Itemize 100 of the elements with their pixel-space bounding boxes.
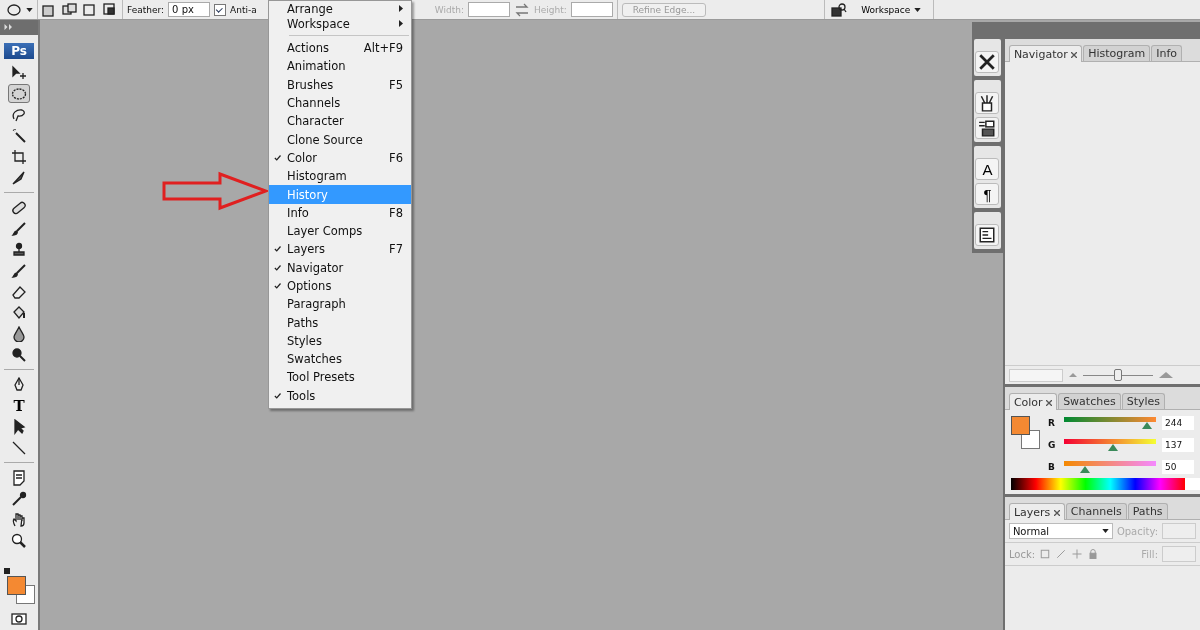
- menu-item[interactable]: Navigator: [269, 258, 411, 277]
- swap-icon: [513, 1, 530, 18]
- menu-item[interactable]: Tool Presets: [269, 368, 411, 387]
- menu-item[interactable]: Clone Source: [269, 130, 411, 149]
- checkmark-icon: [273, 390, 283, 401]
- channel-value-field[interactable]: 244: [1162, 416, 1194, 430]
- menu-item[interactable]: Options: [269, 276, 411, 296]
- channel-label: B: [1047, 462, 1056, 472]
- height-label: Height:: [533, 4, 567, 15]
- menu-item[interactable]: Animation: [269, 57, 411, 76]
- panel-tab[interactable]: Navigator: [1008, 45, 1083, 62]
- dock-button[interactable]: [975, 117, 1000, 139]
- checkmark-icon: [273, 152, 283, 163]
- close-icon: [1053, 509, 1060, 516]
- caret-icon: [914, 7, 922, 12]
- color-swatches-drawing[interactable]: [1010, 416, 1040, 449]
- color-swatches-drawing[interactable]: [7, 576, 34, 604]
- anti-alias-label: Anti-a: [230, 4, 257, 15]
- menu-item[interactable]: Workspace: [269, 16, 411, 31]
- knife-icon: [11, 169, 27, 186]
- caret-icon: [26, 7, 33, 12]
- menu-item[interactable]: Layers F7: [269, 240, 411, 259]
- bucket-icon: [11, 304, 27, 321]
- line-icon: [11, 439, 27, 456]
- menu-item[interactable]: Paths: [269, 313, 411, 332]
- height-field[interactable]: [570, 2, 613, 17]
- intersect-selection-icon: [102, 1, 118, 18]
- pointer-icon: [11, 418, 27, 435]
- menu-item[interactable]: Info F8: [269, 203, 411, 222]
- zoom-out-icon: [1068, 373, 1077, 377]
- submenu-arrow-icon: [399, 20, 403, 27]
- panel-tab[interactable]: Paths: [1127, 503, 1168, 519]
- menu-item[interactable]: Arrange: [269, 1, 411, 16]
- menu-item[interactable]: Character: [269, 112, 411, 131]
- tools-icon: [978, 53, 997, 71]
- workspace-button[interactable]: Workspace: [853, 4, 930, 15]
- channel-slider-thumb[interactable]: [1142, 421, 1153, 429]
- subtract-selection-icon: [82, 1, 98, 18]
- channel-slider-thumb[interactable]: [1107, 443, 1118, 451]
- width-field[interactable]: [467, 2, 510, 17]
- tool-button[interactable]: [8, 84, 30, 104]
- menu-item[interactable]: Histogram: [269, 167, 411, 186]
- panel-tab[interactable]: Info: [1151, 45, 1183, 61]
- panel-tab[interactable]: Histogram: [1083, 45, 1151, 61]
- caret-icon: [1101, 529, 1109, 533]
- channel-label: G: [1047, 440, 1057, 450]
- menu-item[interactable]: Swatches: [269, 350, 411, 369]
- clone-source-icon: [978, 119, 997, 137]
- menu-item[interactable]: Channels: [269, 93, 411, 113]
- lasso-icon: [11, 106, 27, 123]
- channel-value-field[interactable]: 50: [1162, 460, 1194, 474]
- zoom-slider-thumb[interactable]: [1113, 369, 1122, 381]
- feather-field[interactable]: 0 px: [168, 2, 211, 17]
- dock-glyph-icon: A: [982, 160, 993, 178]
- wand-icon: [11, 127, 27, 144]
- brush-icon: [11, 262, 27, 279]
- menu-item[interactable]: Paragraph: [269, 295, 411, 314]
- default-colors-icon: [4, 568, 10, 575]
- channel-slider[interactable]: [1063, 416, 1156, 430]
- panel-tab[interactable]: Styles: [1121, 393, 1166, 409]
- type-tool-icon: T: [13, 396, 25, 415]
- checkmark-icon: [273, 262, 283, 273]
- menu-item[interactable]: Actions Alt+F9: [269, 39, 411, 58]
- menu-item[interactable]: Brushes F5: [269, 75, 411, 94]
- width-label: Width:: [434, 4, 464, 15]
- dock-button[interactable]: ¶: [975, 183, 1000, 205]
- bandage-icon: [11, 199, 27, 216]
- opacity-field[interactable]: [1162, 523, 1196, 539]
- menu-item[interactable]: Color F6: [269, 148, 411, 168]
- tool-button[interactable]: T: [8, 396, 30, 416]
- anti-alias-checkbox[interactable]: [214, 3, 227, 16]
- feather-label: Feather:: [127, 4, 165, 15]
- zoom-field[interactable]: [1008, 368, 1063, 382]
- dock-button[interactable]: [975, 92, 1000, 114]
- menu-item[interactable]: Tools: [269, 386, 411, 405]
- dock-glyph-icon: ¶: [983, 185, 992, 203]
- dock-button[interactable]: A: [975, 158, 1000, 180]
- panel-tab[interactable]: Layers: [1008, 503, 1065, 520]
- close-icon: [1046, 399, 1053, 406]
- dock-button[interactable]: [975, 224, 1000, 246]
- panel-tab[interactable]: Swatches: [1058, 393, 1121, 409]
- blend-mode-dropdown[interactable]: Normal: [1008, 523, 1113, 539]
- zoom-in-icon: [1158, 372, 1173, 378]
- menu-item[interactable]: Layer Comps: [269, 221, 411, 241]
- fill-field[interactable]: [1162, 546, 1196, 562]
- channel-value-field[interactable]: 137: [1162, 438, 1194, 452]
- app-logo: Ps: [4, 42, 34, 60]
- color-spectrum[interactable]: [1010, 478, 1200, 490]
- droplet-icon: [11, 325, 27, 342]
- dock-button[interactable]: [975, 51, 1000, 73]
- eyedropper-icon: [11, 490, 27, 507]
- layer-comps-icon: [978, 226, 997, 244]
- lock-label: Lock:: [1008, 548, 1036, 560]
- checkmark-icon: [273, 281, 283, 291]
- channel-slider[interactable]: [1063, 438, 1156, 452]
- panel-tab[interactable]: Color: [1008, 393, 1058, 410]
- close-icon: [1071, 51, 1078, 58]
- menu-item[interactable]: Styles: [269, 331, 411, 351]
- channel-label: R: [1047, 418, 1056, 428]
- panel-tab[interactable]: Channels: [1065, 503, 1127, 519]
